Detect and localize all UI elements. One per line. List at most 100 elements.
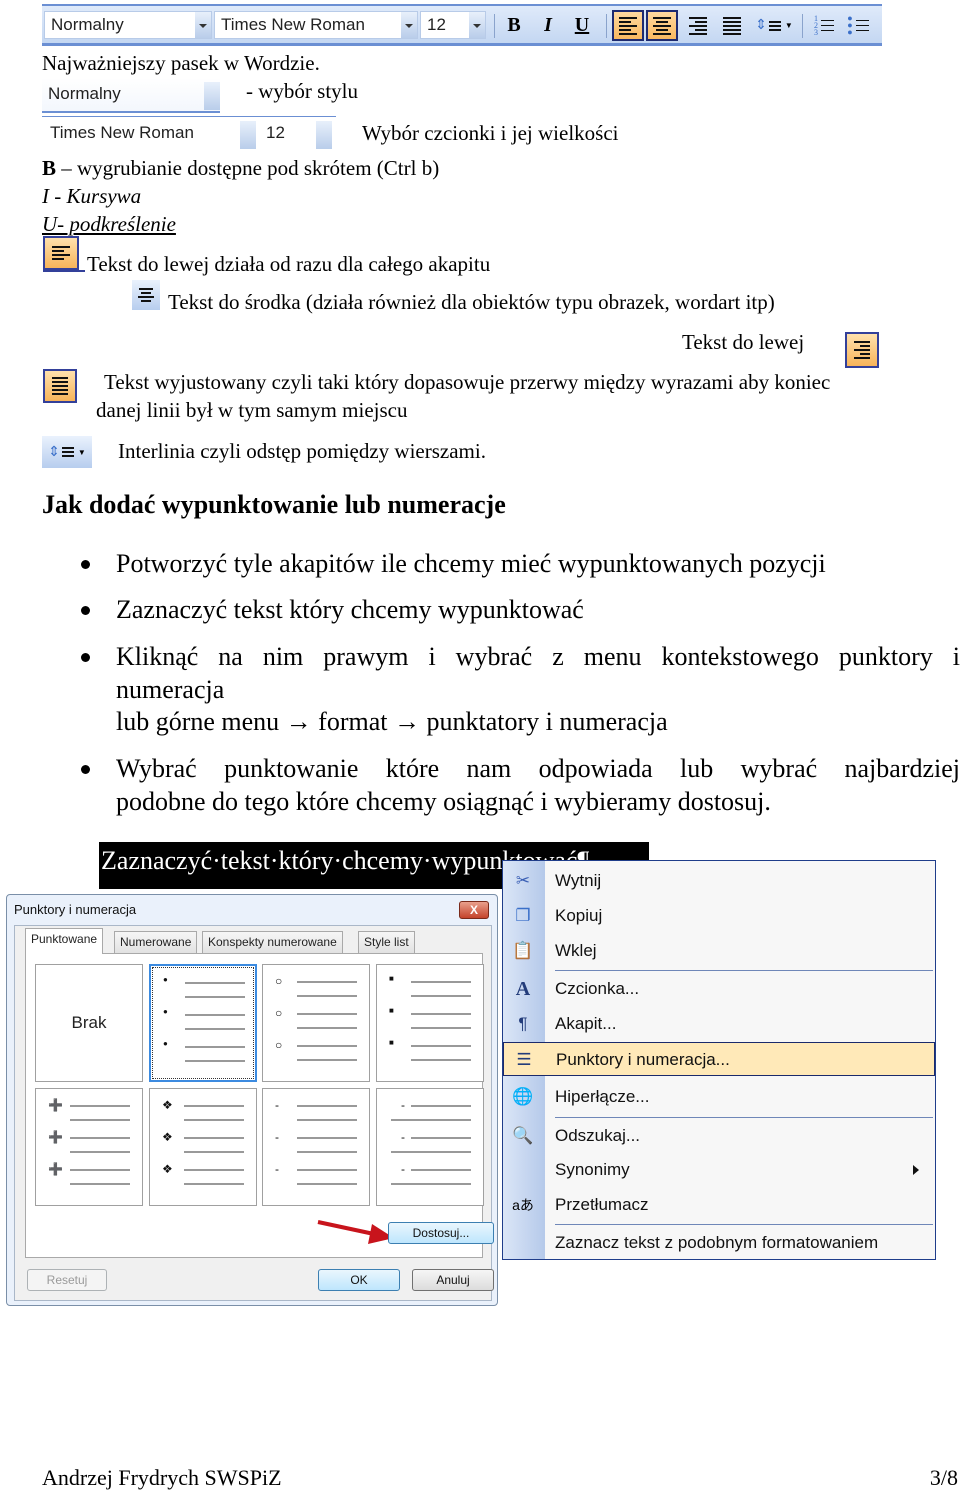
bullets-icon: ● ● ● xyxy=(847,13,853,37)
preview-line xyxy=(391,1183,471,1185)
preview-line xyxy=(185,996,245,998)
bullet-option-dash-low[interactable]: - - - xyxy=(376,1088,484,1206)
align-left-desc: Tekst do lewej działa od razu dla całego… xyxy=(87,252,491,276)
chevron-down-icon[interactable] xyxy=(195,12,211,38)
menu-item-research[interactable]: 🔍 Odszukaj... xyxy=(503,1119,935,1153)
preview-line xyxy=(184,1137,244,1139)
preview-line xyxy=(411,1137,471,1139)
cancel-button[interactable]: Anuluj xyxy=(412,1269,494,1291)
menu-item-cut[interactable]: ✂ Wytnij xyxy=(503,864,935,898)
bullet-gallery: Brak ● ● ● ○ ○ ○ ■ ■ ■ ➕ ➕ ➕ ❖ ❖ ❖ - - - - - - Dostosu… xyxy=(25,953,494,1258)
filled-square-bullet-icon: ■ xyxy=(389,974,394,983)
size-value: 12 xyxy=(427,15,446,34)
menu-item-synonyms[interactable]: Synonimy xyxy=(503,1153,935,1187)
chevron-down-icon[interactable] xyxy=(469,12,485,38)
chevron-down-icon xyxy=(240,121,256,149)
dash-low-bullet-icon: - xyxy=(401,1098,405,1112)
tab-style-list[interactable]: Style list xyxy=(358,931,415,953)
paragraph-icon: ¶ xyxy=(518,1014,528,1033)
scissors-icon: ✂ xyxy=(515,871,531,890)
dialog-title: Punktory i numeracja xyxy=(14,902,137,917)
preview-line xyxy=(184,1169,244,1171)
align-center-button[interactable] xyxy=(646,10,678,41)
bold-button[interactable]: B xyxy=(498,10,530,41)
tab-konspekty[interactable]: Konspekty numerowane xyxy=(202,931,343,953)
bullet-icon xyxy=(81,765,90,774)
menu-item-translate[interactable]: aあ Przetłumacz xyxy=(503,1188,935,1222)
four-diamond-bullet-icon: ❖ xyxy=(162,1098,173,1112)
style-dropdown[interactable]: Normalny xyxy=(44,11,212,39)
bullet-option-filled-circle[interactable]: ● ● ● xyxy=(149,964,257,1082)
justify-desc-line1: Tekst wyjustowany czyli taki który dopas… xyxy=(104,370,831,394)
arrow-picture-bullet-icon: ➕ xyxy=(48,1098,63,1112)
customize-button[interactable]: Dostosuj... xyxy=(388,1222,494,1244)
menu-item-font[interactable]: A Czcionka... xyxy=(503,972,935,1006)
close-button[interactable]: X xyxy=(459,901,489,919)
preview-line xyxy=(411,981,471,983)
italic-button[interactable]: I xyxy=(532,10,564,41)
divider xyxy=(606,14,607,38)
menu-item-select-similar[interactable]: Zaznacz tekst z podobnym formatowaniem xyxy=(503,1226,935,1260)
bullet-option-hollow-circle[interactable]: ○ ○ ○ xyxy=(262,964,370,1082)
align-right-button[interactable] xyxy=(682,10,714,41)
line-spacing-button[interactable]: ⇕ ▼ xyxy=(752,10,796,41)
tab-punktowane[interactable]: Punktowane xyxy=(25,928,104,954)
arrow-picture-bullet-icon: ➕ xyxy=(48,1130,63,1144)
bullet-option-dash[interactable]: - - - xyxy=(262,1088,370,1206)
bullet-option-four-diamond[interactable]: ❖ ❖ ❖ xyxy=(149,1088,257,1206)
chevron-down-icon: ▼ xyxy=(77,447,86,457)
list-item: Zaznaczyć tekst który chcemy wypunktować xyxy=(116,595,584,624)
size-dropdown[interactable]: 12 xyxy=(420,11,486,39)
preview-line xyxy=(411,1169,471,1171)
bullet-option-none[interactable]: Brak xyxy=(35,964,143,1082)
dash-bullet-icon: - xyxy=(275,1162,279,1176)
preview-line xyxy=(185,1028,245,1030)
four-diamond-bullet-icon: ❖ xyxy=(162,1130,173,1144)
bullet-icon xyxy=(81,653,90,662)
chevron-down-icon[interactable] xyxy=(401,12,417,38)
bullets-icon: ☰ xyxy=(516,1050,532,1069)
align-center-icon xyxy=(132,280,160,310)
menu-item-paste[interactable]: 📋 Wklej xyxy=(503,934,935,968)
reset-button[interactable]: Resetuj xyxy=(27,1269,107,1291)
font-dropdown-example: Times New Roman 12 xyxy=(42,116,336,154)
arrow-picture-bullet-icon: ➕ xyxy=(48,1162,63,1176)
align-right-icon xyxy=(689,16,707,35)
preview-line xyxy=(297,1059,357,1061)
menu-item-hyperlink[interactable]: 🌐 Hiperłącze... xyxy=(503,1080,935,1114)
preview-line xyxy=(411,1045,471,1047)
bullet-option-filled-square[interactable]: ■ ■ ■ xyxy=(376,964,484,1082)
intro-heading: Najważniejszy pasek w Wordzie. xyxy=(42,51,320,75)
menu-item-paragraph[interactable]: ¶ Akapit... xyxy=(503,1007,935,1041)
ok-button[interactable]: OK xyxy=(318,1269,400,1291)
list-item-continuation: numeracja xyxy=(116,675,225,704)
filled-circle-bullet-icon: ● xyxy=(163,1039,168,1048)
preview-line xyxy=(70,1151,130,1153)
font-value: Times New Roman xyxy=(50,123,194,142)
divider xyxy=(494,14,495,38)
hollow-circle-bullet-icon: ○ xyxy=(275,1038,283,1052)
close-icon: X xyxy=(469,903,478,917)
dash-bullet-icon: - xyxy=(275,1130,279,1144)
justify-button[interactable] xyxy=(716,10,748,41)
align-center-icon xyxy=(653,16,671,35)
tab-numerowane[interactable]: Numerowane xyxy=(114,931,198,953)
bullets-button[interactable]: ● ● ● xyxy=(842,10,874,41)
align-left-button[interactable] xyxy=(612,10,644,41)
list-item: Potworzyć tyle akapitów ile chcemy mieć … xyxy=(116,549,826,578)
preview-line xyxy=(297,1013,357,1015)
research-icon: 🔍 xyxy=(512,1126,534,1145)
font-dropdown[interactable]: Times New Roman xyxy=(214,11,418,39)
underline-button[interactable]: U xyxy=(566,10,598,41)
justify-icon xyxy=(723,16,741,35)
section-title: Jak dodać wypunktowanie lub numeracje xyxy=(42,490,506,519)
bullet-option-arrow-picture[interactable]: ➕ ➕ ➕ xyxy=(35,1088,143,1206)
line-spacing-icon: ⇕ ▼ xyxy=(42,436,92,468)
lines-icon xyxy=(768,20,781,31)
preview-line xyxy=(185,1060,245,1062)
up-down-arrow-icon: ⇕ xyxy=(755,17,767,33)
menu-item-bullets-numbering[interactable]: ☰ Punktory i numeracja... xyxy=(503,1042,935,1076)
numbering-button[interactable]: 123 xyxy=(808,10,840,41)
menu-item-copy[interactable]: ❐ Kopiuj xyxy=(503,899,935,933)
preview-line xyxy=(297,1169,357,1171)
